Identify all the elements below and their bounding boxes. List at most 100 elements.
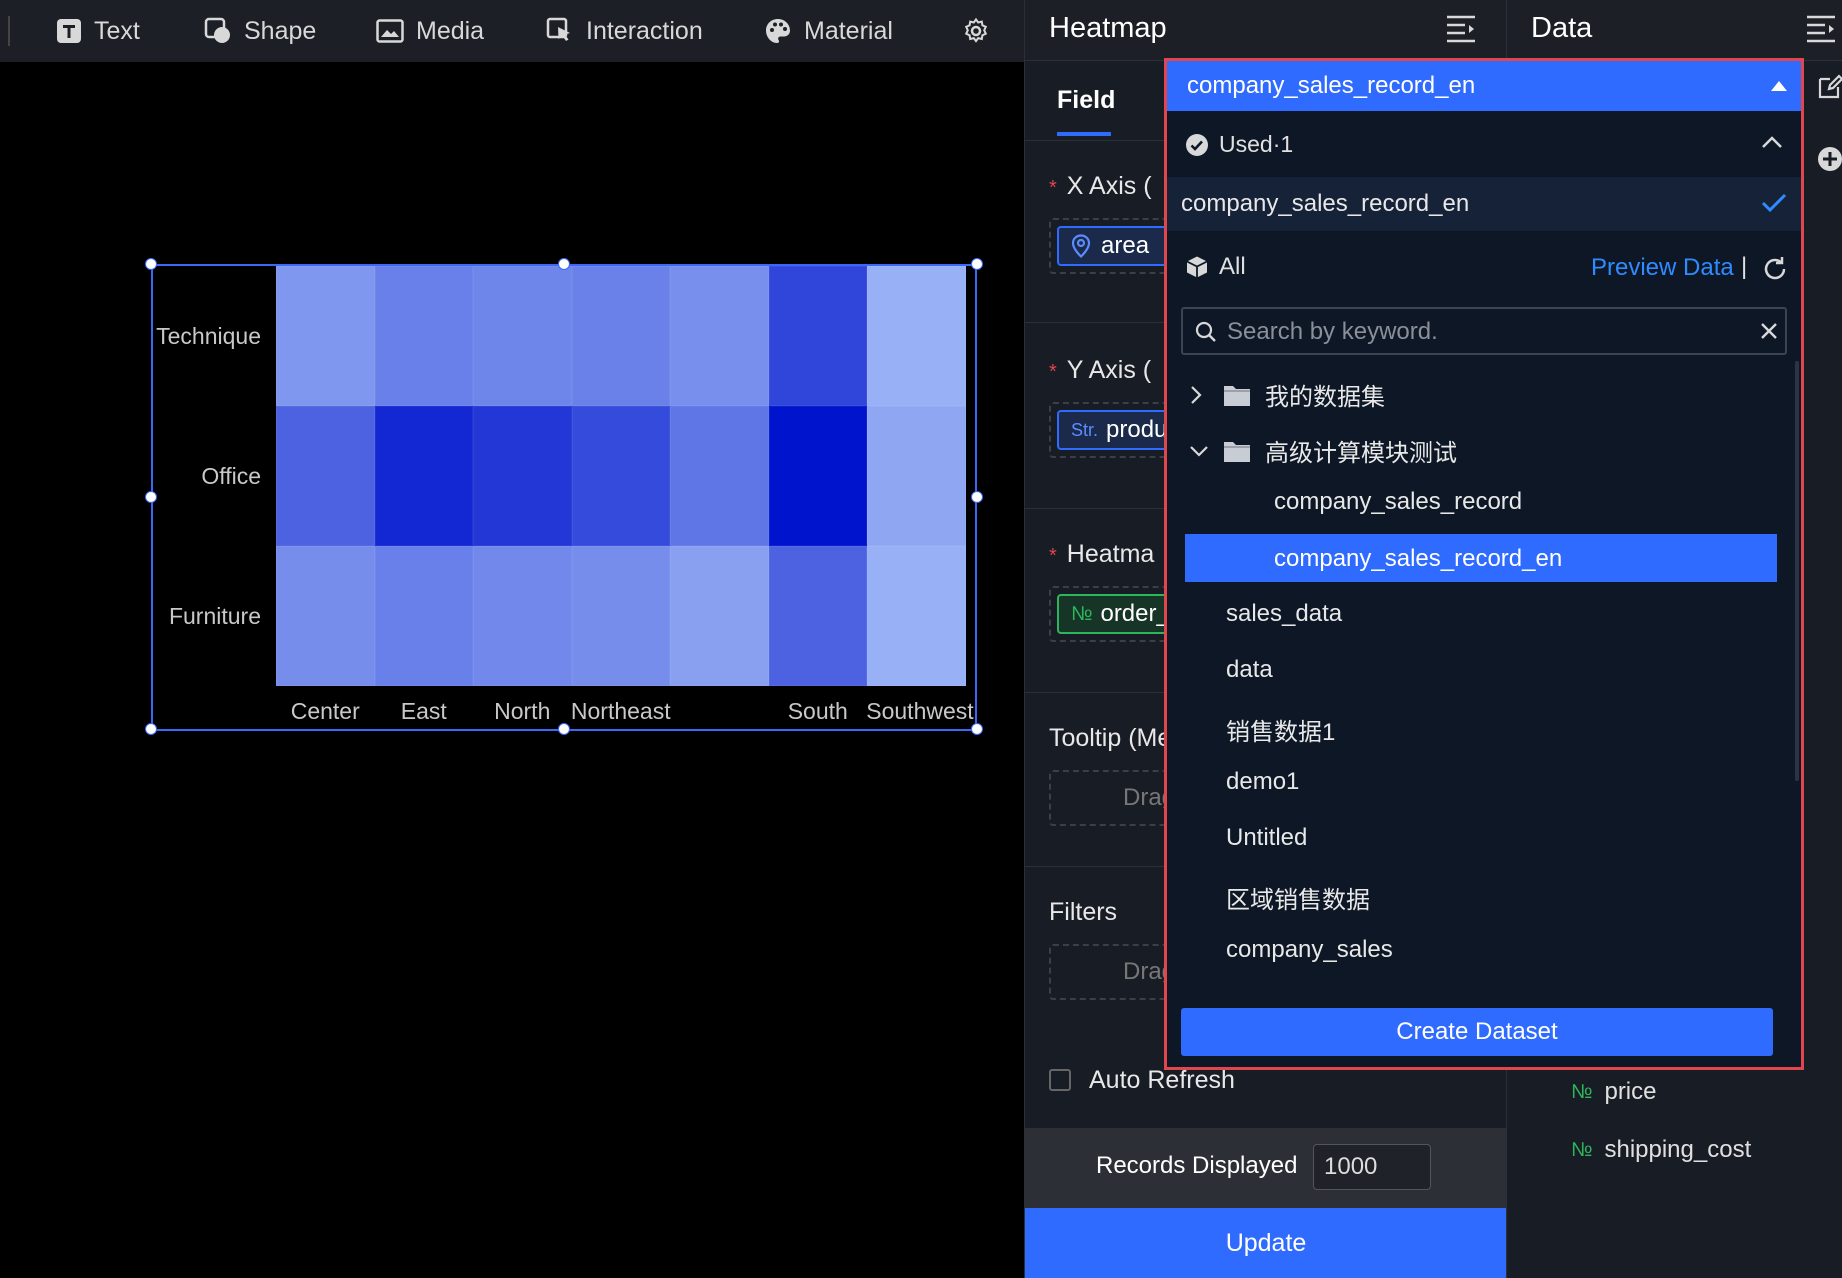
preview-data-link[interactable]: Preview Data (1591, 254, 1734, 282)
x-axis-chip-label: area (1101, 232, 1150, 259)
resize-handle-left[interactable] (145, 491, 157, 503)
resize-handle-top-left[interactable] (145, 258, 157, 270)
edit-icon[interactable] (1817, 74, 1842, 100)
text-icon (57, 19, 81, 43)
collapse-data-panel-icon[interactable] (1805, 14, 1837, 44)
heatmap-widget[interactable]: Technique Office Furniture Center East North N… (145, 258, 983, 735)
heatmap-cell (670, 406, 769, 546)
y-axis-section-label: * Y Axis ( (1049, 356, 1152, 384)
update-button[interactable]: Update (1025, 1208, 1507, 1278)
config-title: Heatmap (1049, 12, 1167, 44)
separator: | (1741, 253, 1748, 280)
number-type-icon: № (1071, 602, 1093, 625)
filters-section-label: Filters (1049, 898, 1118, 926)
dataset-item[interactable]: 销售数据1 (1226, 712, 1335, 747)
dataset-item[interactable]: 区域销售数据 (1226, 880, 1370, 915)
chevron-down-icon (1190, 445, 1208, 457)
heatmap-y-label: Furniture (168, 603, 261, 629)
tooltip-section-label: Tooltip (Me (1049, 724, 1172, 752)
heatmap-cell (867, 406, 966, 546)
clear-search-icon[interactable] (1759, 321, 1779, 341)
heatmap-cell (768, 546, 867, 686)
add-icon[interactable] (1817, 146, 1842, 172)
dataset-select-value: company_sales_record_en (1187, 72, 1476, 99)
data-header: Data (1507, 0, 1842, 61)
records-displayed-input[interactable] (1313, 1144, 1431, 1190)
resize-handle-top[interactable] (558, 258, 570, 270)
resize-handle-bottom-left[interactable] (145, 723, 157, 735)
folder-my-datasets[interactable]: 我的数据集 (1189, 377, 1385, 412)
dataset-item[interactable]: company_sales_record (1274, 488, 1522, 516)
resize-handle-right[interactable] (971, 491, 983, 503)
data-field-shipping-cost[interactable]: № shipping_cost (1571, 1136, 1751, 1164)
chevron-up-icon[interactable] (1761, 135, 1783, 149)
dropdown-scrollbar[interactable] (1795, 361, 1799, 781)
heatmap-label: Heatma (1066, 540, 1155, 568)
heatmap-x-label: North (494, 698, 551, 724)
toolbar-interaction-label: Interaction (586, 16, 703, 45)
heatmap-cell (473, 546, 572, 686)
auto-refresh-checkbox[interactable] (1049, 1069, 1071, 1091)
resize-handle-bottom-right[interactable] (971, 723, 983, 735)
heatmap-cell (473, 406, 572, 546)
toolbar-media-button[interactable]: Media (376, 0, 484, 62)
heatmap-x-label: Center (290, 698, 360, 724)
toolbar-material-button[interactable]: Material (764, 0, 893, 62)
heatmap-x-label: East (400, 698, 447, 724)
heatmap-cell (276, 406, 375, 546)
data-field-price[interactable]: № price (1571, 1078, 1657, 1106)
used-group-header[interactable]: Used·1 (1185, 131, 1293, 158)
records-displayed-label: Records Displayed (1096, 1152, 1298, 1179)
dataset-item[interactable]: company_sales (1226, 936, 1393, 964)
heatmap-x-label: Southwest (866, 698, 974, 724)
resize-handle-top-right[interactable] (971, 258, 983, 270)
number-type-icon: № (1571, 1138, 1593, 1161)
folder-icon (1224, 441, 1250, 462)
dataset-select[interactable]: company_sales_record_en (1167, 61, 1801, 111)
heatmap-chip-label: order_ (1100, 600, 1170, 627)
toolbar-shape-button[interactable]: Shape (204, 0, 316, 62)
toolbar-shape-label: Shape (244, 16, 317, 45)
folder-advanced-calc[interactable]: 高级计算模块测试 (1189, 433, 1457, 468)
check-circle-icon (1186, 133, 1208, 156)
heatmap-cell (276, 266, 375, 406)
dataset-dropdown: company_sales_record_en Used·1 company_s… (1164, 58, 1804, 1070)
used-label: Used·1 (1219, 131, 1294, 157)
resize-handle-bottom[interactable] (558, 723, 570, 735)
toolbar-text-button[interactable]: Text (56, 0, 140, 62)
caret-up-icon (1771, 81, 1787, 91)
search-icon (1195, 321, 1216, 342)
dataset-search-input[interactable] (1225, 315, 1729, 349)
settings-button[interactable] (962, 0, 1002, 62)
create-dataset-button[interactable]: Create Dataset (1181, 1008, 1773, 1056)
dataset-item[interactable]: sales_data (1226, 600, 1342, 628)
used-dataset-label: company_sales_record_en (1181, 190, 1470, 217)
top-toolbar: Text Shape Media Interaction Material (0, 0, 1024, 63)
heatmap-x-label: South (787, 698, 848, 724)
folder-label: 高级计算模块测试 (1265, 440, 1457, 467)
dataset-item[interactable]: demo1 (1226, 768, 1299, 796)
heatmap-x-label: Northeast (570, 698, 671, 724)
records-bar: Records Displayed (1025, 1128, 1507, 1208)
heatmap-cell (571, 546, 670, 686)
refresh-icon[interactable] (1761, 255, 1789, 283)
dataset-item[interactable]: Untitled (1226, 824, 1307, 852)
heatmap-cell (473, 266, 572, 406)
dataset-item-selected[interactable]: company_sales_record_en (1274, 545, 1562, 573)
heatmap-cell (374, 406, 473, 546)
used-dataset-item[interactable]: company_sales_record_en (1167, 177, 1801, 231)
folder-icon (1224, 385, 1250, 406)
tab-field[interactable]: Field (1057, 86, 1115, 115)
toolbar-divider (8, 16, 10, 46)
y-axis-label: Y Axis ( (1066, 356, 1152, 384)
collapse-panel-icon[interactable] (1445, 14, 1477, 44)
editor-canvas[interactable]: Technique Office Furniture Center East North N… (0, 62, 1024, 1278)
dataset-search-box (1181, 307, 1787, 355)
toolbar-interaction-button[interactable]: Interaction (546, 0, 703, 62)
x-axis-section-label: * X Axis ( (1049, 172, 1152, 200)
dataset-item[interactable]: data (1226, 656, 1273, 684)
heatmap-y-label: Technique (156, 323, 261, 349)
heatmap-cell (571, 406, 670, 546)
heatmap-cell (867, 266, 966, 406)
heatmap-cell (374, 266, 473, 406)
